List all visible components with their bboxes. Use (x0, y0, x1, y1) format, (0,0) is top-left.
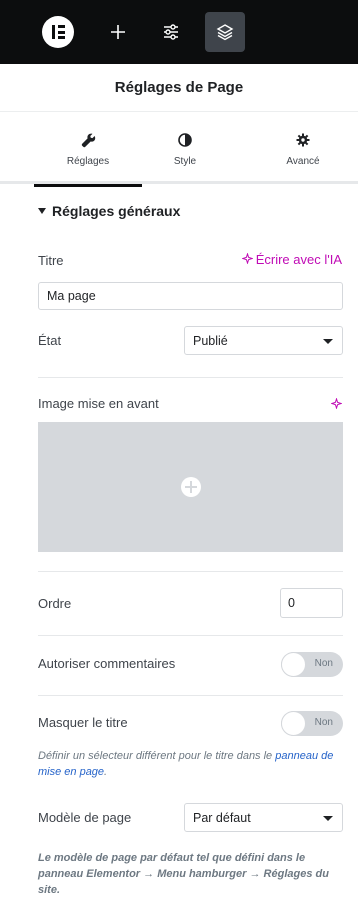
hide-title-label: Masquer le titre (38, 715, 128, 730)
section-title: Réglages généraux (52, 203, 181, 219)
half-circle-icon (178, 131, 192, 149)
tab-style[interactable]: Style (150, 112, 220, 184)
template-value: Par défaut (193, 811, 251, 825)
status-value: Publié (193, 334, 228, 348)
title-label: Titre (38, 253, 64, 268)
toggle-knob (281, 711, 306, 736)
status-label: État (38, 333, 62, 348)
order-label: Ordre (38, 596, 72, 611)
title-input[interactable]: Ma page (38, 282, 343, 310)
template-select[interactable]: Par défaut (184, 803, 343, 832)
tab-label: Réglages (66, 156, 110, 167)
divider (38, 571, 343, 572)
featured-image-label: Image mise en avant (38, 396, 159, 411)
tab-label: Style (173, 156, 197, 167)
comments-label: Autoriser commentaires (38, 656, 176, 671)
divider (38, 635, 343, 636)
sparkle-icon (240, 252, 254, 267)
tab-label: Avancé (286, 156, 320, 167)
tab-settings[interactable]: Réglages (34, 112, 142, 187)
add-image-icon (180, 477, 201, 497)
plus-icon[interactable] (102, 16, 134, 48)
caret-down-icon (38, 208, 46, 214)
comments-toggle[interactable]: Non (281, 652, 343, 677)
ai-image-button[interactable] (330, 396, 343, 414)
panel-title: Réglages de Page (0, 64, 358, 112)
toggle-knob (281, 652, 306, 677)
toggle-text: Non (314, 658, 333, 669)
hide-title-help: Définir un sélecteur différent pour le t… (38, 748, 343, 780)
tab-bar: Réglages Style Avancé (0, 112, 358, 187)
hide-title-toggle[interactable]: Non (281, 711, 343, 736)
chevron-down-icon (323, 339, 333, 344)
divider (38, 695, 343, 696)
ai-write-label: Écrire avec l'IA (255, 252, 342, 267)
sliders-icon[interactable] (155, 16, 187, 48)
layers-icon[interactable] (205, 12, 245, 52)
elementor-logo-icon[interactable] (42, 16, 74, 48)
status-select[interactable]: Publié (184, 326, 343, 355)
featured-image-dropzone[interactable] (38, 422, 343, 552)
wrench-icon (81, 131, 96, 149)
help-text-end: . (104, 766, 108, 778)
tab-advanced[interactable]: Avancé (268, 112, 338, 184)
ai-write-button[interactable]: Écrire avec l'IA (240, 252, 342, 267)
chevron-down-icon (323, 816, 333, 821)
help-text: Définir un sélecteur différent pour le t… (38, 750, 276, 762)
top-bar (0, 0, 358, 64)
gear-icon (296, 131, 310, 149)
order-input[interactable]: 0 (280, 588, 343, 618)
toggle-text: Non (314, 717, 333, 728)
section-toggle[interactable]: Réglages généraux (38, 203, 180, 219)
template-help: Le modèle de page par défaut tel que déf… (38, 852, 329, 896)
divider (38, 377, 343, 378)
template-label: Modèle de page (38, 810, 132, 825)
